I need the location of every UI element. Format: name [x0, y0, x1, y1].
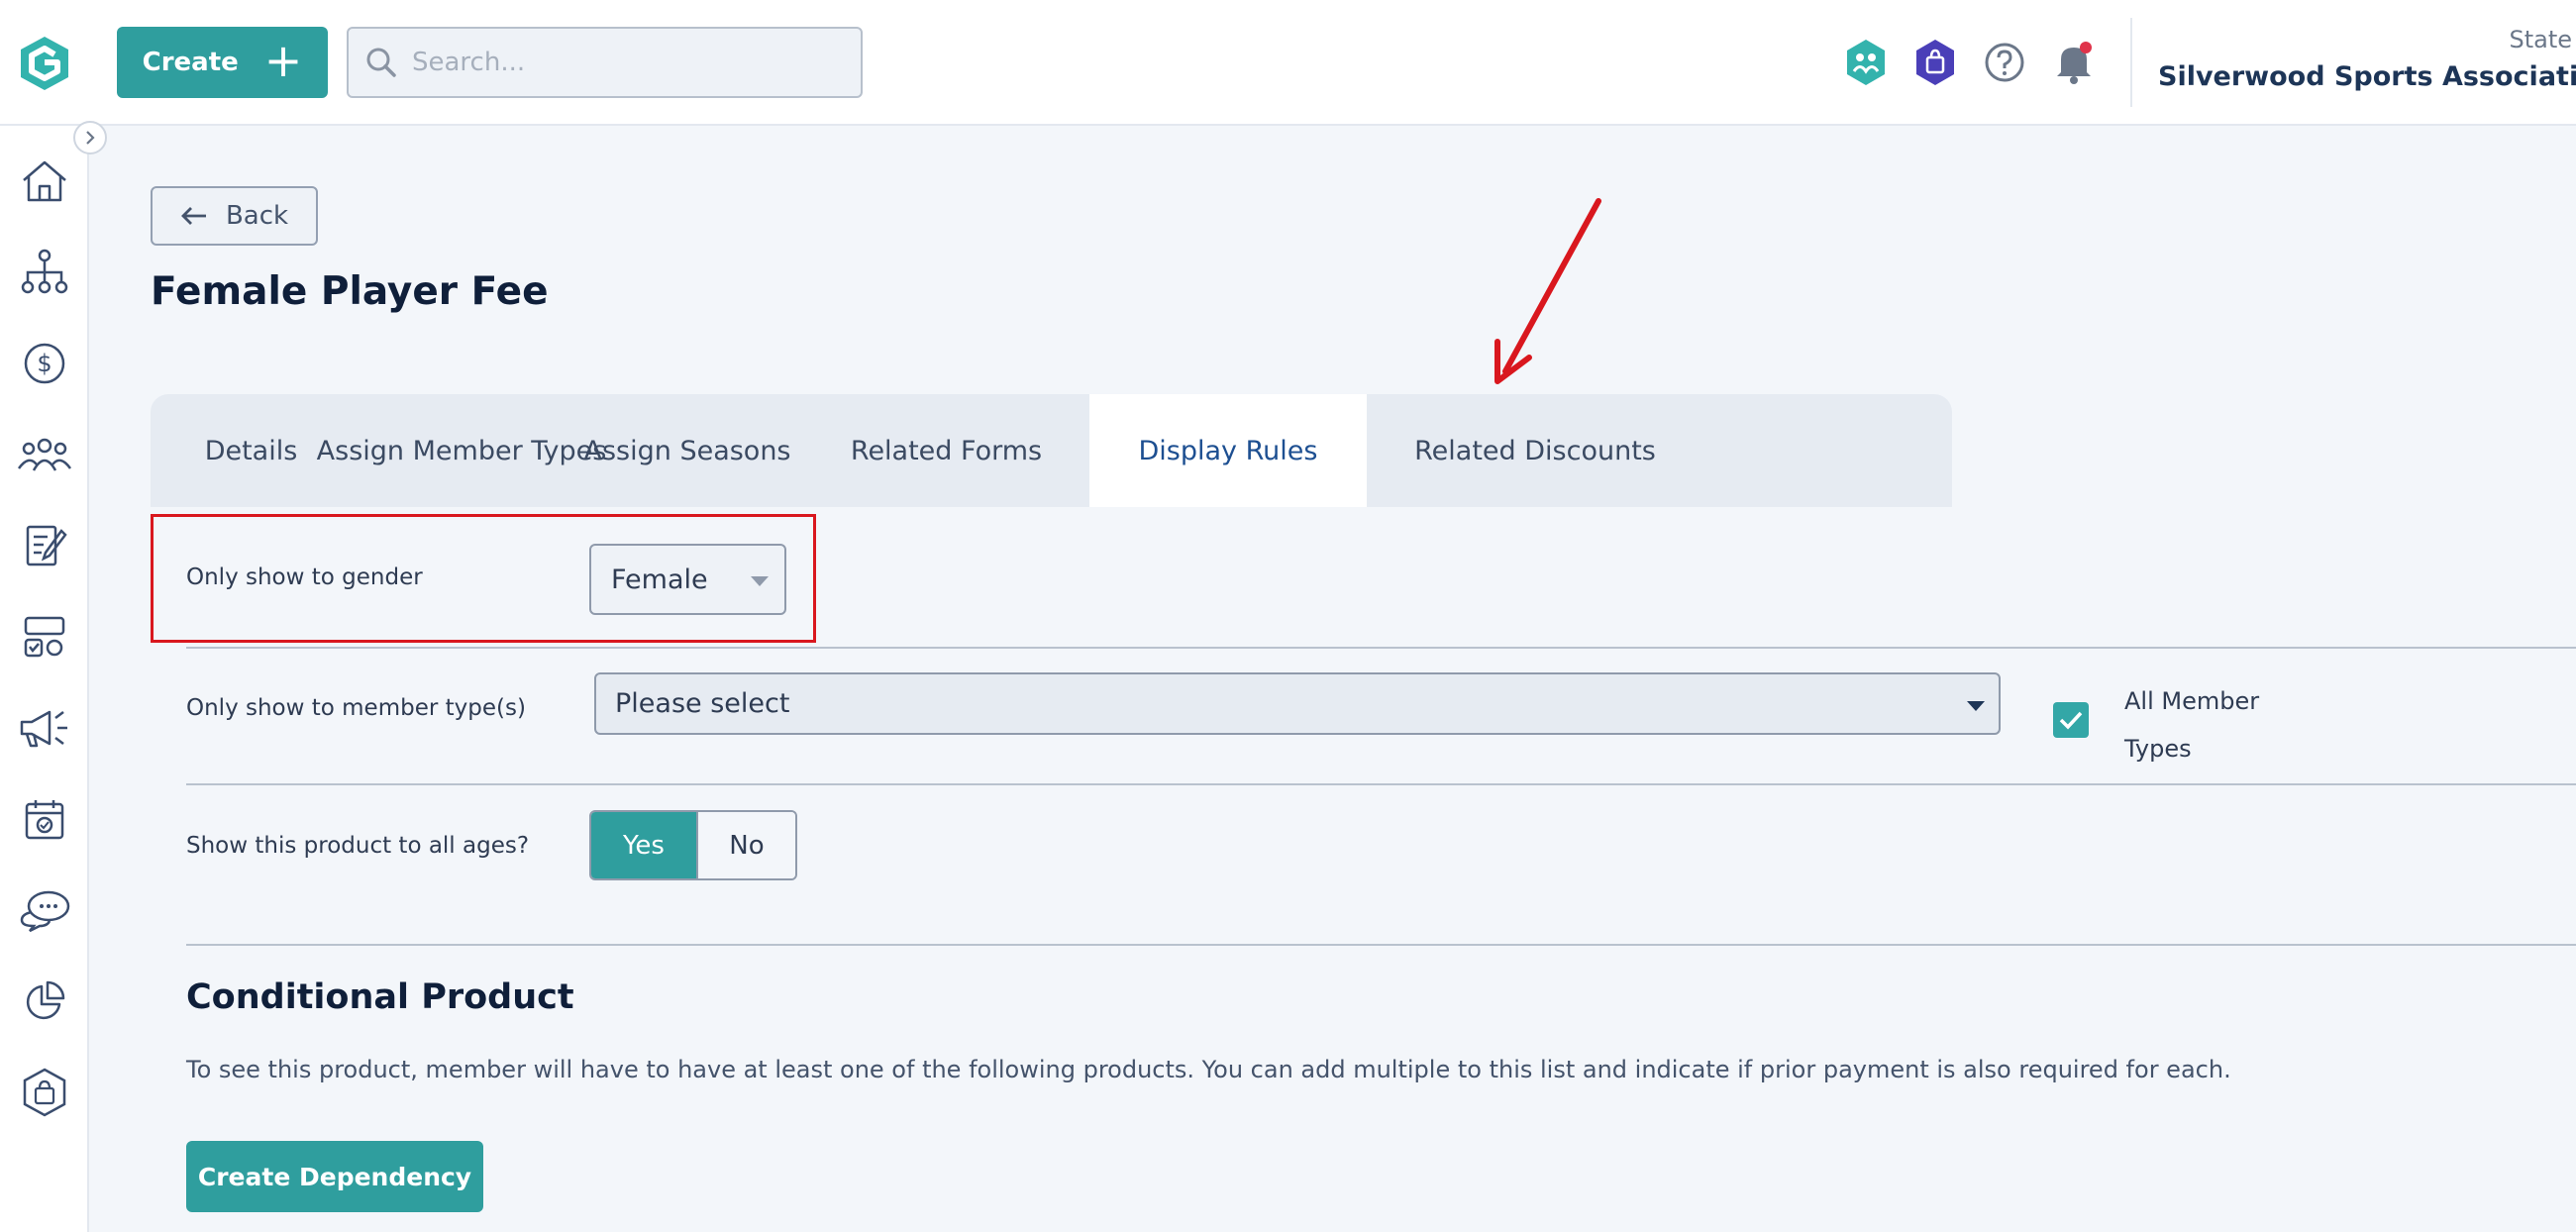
arrow-left-icon — [180, 207, 206, 225]
search-icon — [366, 48, 396, 77]
org-switcher[interactable]: Silverwood Sports Association — [2158, 61, 2576, 92]
plus-icon: + — [263, 34, 303, 87]
org-type-label: State — [2509, 26, 2572, 53]
organisation-icon[interactable] — [15, 243, 74, 302]
all-member-types-label: All Member Types — [2124, 687, 2260, 763]
create-button-label: Create — [142, 48, 239, 77]
conditional-product-title: Conditional Product — [186, 977, 574, 1017]
all-ages-toggle: Yes No — [589, 810, 797, 880]
chevron-right-icon — [86, 131, 95, 145]
products-icon[interactable] — [15, 607, 74, 667]
communications-icon[interactable] — [15, 880, 74, 940]
help-icon[interactable] — [1983, 36, 2026, 89]
forms-icon[interactable] — [15, 516, 74, 575]
top-bar: Create + Search... State Silverwood Spor… — [0, 0, 2576, 126]
events-icon[interactable] — [15, 789, 74, 849]
header-icon-group — [1844, 36, 2096, 89]
back-button[interactable]: Back — [151, 186, 318, 246]
create-dependency-button[interactable]: Create Dependency — [186, 1141, 483, 1212]
create-button[interactable]: Create + — [117, 27, 328, 98]
shop-icon[interactable] — [1913, 36, 1957, 89]
divider — [186, 647, 2576, 649]
conditional-product-description: To see this product, member will have to… — [186, 1056, 2231, 1083]
people-icon[interactable] — [15, 425, 74, 484]
shop-icon[interactable] — [15, 1063, 74, 1122]
notification-bell-icon[interactable] — [2052, 36, 2096, 89]
member-type-label: Only show to member type(s) — [186, 695, 526, 721]
member-type-select[interactable]: Please select — [594, 672, 2001, 735]
divider — [186, 783, 2576, 785]
marketing-icon[interactable] — [15, 698, 74, 758]
page-title: Female Player Fee — [151, 269, 549, 314]
back-button-label: Back — [225, 201, 289, 231]
search-box[interactable] — [347, 27, 863, 98]
tab-display-rules[interactable]: Display Rules — [1089, 394, 1367, 507]
tab-assign-member-types[interactable]: Assign Member Types — [317, 394, 607, 507]
member-type-select-placeholder: Please select — [615, 688, 790, 719]
divider — [186, 944, 2576, 946]
home-icon[interactable] — [15, 152, 74, 211]
logo-icon — [21, 36, 68, 90]
all-ages-label: Show this product to all ages? — [186, 833, 530, 859]
org-name: Silverwood Sports Association — [2158, 61, 2576, 92]
annotation-arrow — [1494, 198, 1601, 384]
sidebar-collapse-button[interactable] — [73, 121, 107, 154]
all-ages-yes-button[interactable]: Yes — [591, 812, 696, 878]
svg-text:$: $ — [37, 350, 52, 377]
sidebar: $ — [0, 126, 89, 1232]
app-logo[interactable] — [0, 0, 89, 126]
all-member-types-checkbox[interactable] — [2053, 702, 2089, 738]
tab-related-forms[interactable]: Related Forms — [803, 394, 1089, 507]
search-input[interactable] — [412, 48, 828, 77]
checkmark-icon — [2059, 711, 2083, 730]
tab-related-discounts[interactable]: Related Discounts — [1367, 394, 1703, 507]
header-divider — [2130, 18, 2132, 107]
chevron-down-icon — [1967, 701, 1985, 711]
product-tabs: Details Assign Member Types Assign Seaso… — [151, 394, 1952, 507]
tab-assign-seasons[interactable]: Assign Seasons — [571, 394, 803, 507]
reports-icon[interactable] — [15, 972, 74, 1031]
members-icon[interactable] — [1844, 36, 1888, 89]
annotation-highlight-box — [151, 514, 816, 643]
all-ages-no-button[interactable]: No — [695, 812, 795, 878]
finance-icon[interactable]: $ — [15, 334, 74, 393]
